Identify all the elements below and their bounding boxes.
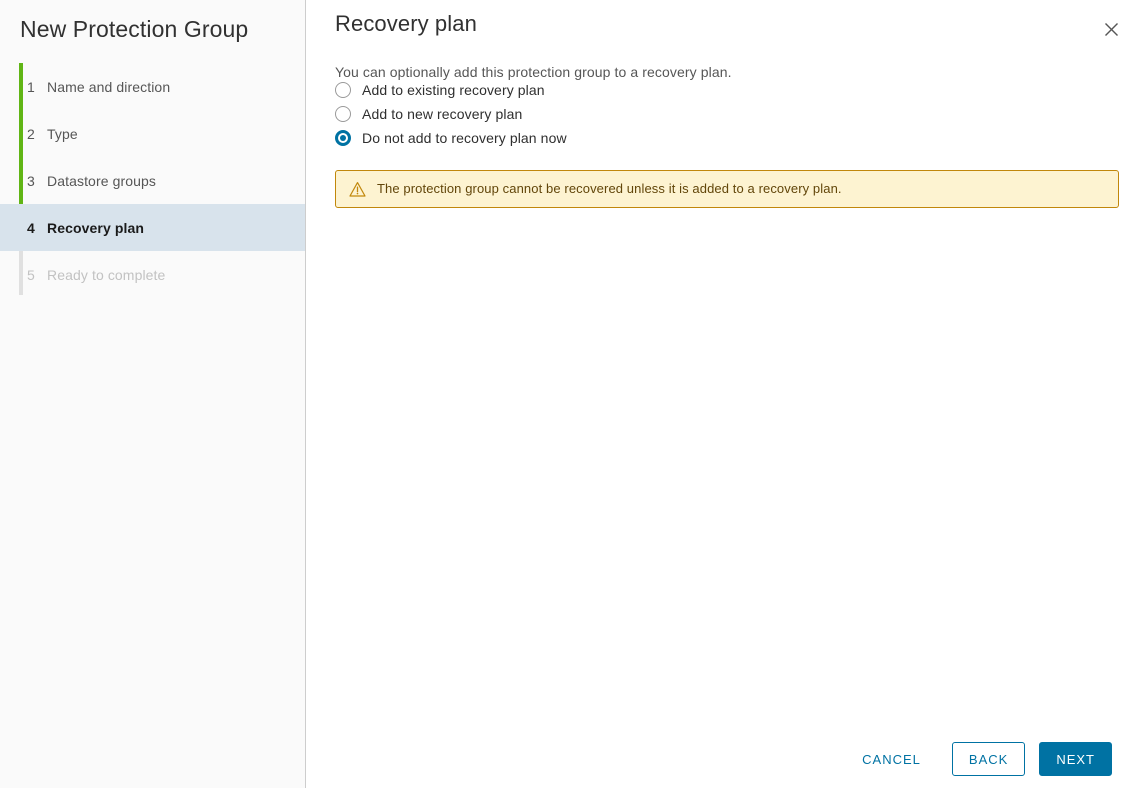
warning-triangle-icon bbox=[348, 180, 366, 198]
wizard-title: New Protection Group bbox=[20, 16, 249, 42]
step-label: Datastore groups bbox=[47, 172, 156, 189]
page-title: Recovery plan bbox=[335, 11, 477, 36]
warning-banner: The protection group cannot be recovered… bbox=[335, 170, 1119, 208]
cancel-button[interactable]: CANCEL bbox=[845, 742, 938, 776]
step-label: Name and direction bbox=[47, 78, 171, 95]
radio-add-to-new-recovery-plan[interactable]: Add to new recovery plan bbox=[335, 102, 1095, 126]
radio-add-to-existing-recovery-plan[interactable]: Add to existing recovery plan bbox=[335, 78, 1095, 102]
radio-label: Do not add to recovery plan now bbox=[362, 130, 567, 146]
radio-mark-icon bbox=[335, 82, 351, 98]
sidebar-item-datastore-groups[interactable]: 3 Datastore groups bbox=[0, 157, 305, 204]
sidebar-item-recovery-plan[interactable]: 4 Recovery plan bbox=[0, 204, 305, 251]
sidebar-item-name-and-direction[interactable]: 1 Name and direction bbox=[0, 63, 305, 110]
step-number: 2 bbox=[27, 125, 35, 142]
sidebar-item-type[interactable]: 2 Type bbox=[0, 110, 305, 157]
warning-banner-message: The protection group cannot be recovered… bbox=[377, 181, 842, 196]
step-number: 3 bbox=[27, 172, 35, 189]
sidebar-item-ready-to-complete: 5 Ready to complete bbox=[0, 251, 305, 298]
wizard-sidebar: New Protection Group 1 Name and directio… bbox=[0, 0, 306, 788]
next-button[interactable]: NEXT bbox=[1039, 742, 1112, 776]
step-number: 4 bbox=[27, 219, 35, 236]
radio-mark-selected-icon bbox=[335, 130, 351, 146]
recovery-plan-radio-group: Add to existing recovery plan Add to new… bbox=[335, 78, 1095, 150]
radio-do-not-add-to-recovery-plan-now[interactable]: Do not add to recovery plan now bbox=[335, 126, 1095, 150]
new-protection-group-wizard: New Protection Group 1 Name and directio… bbox=[0, 0, 1132, 788]
step-label: Recovery plan bbox=[47, 219, 145, 236]
step-label: Ready to complete bbox=[47, 266, 166, 283]
wizard-content-pane: Recovery plan You can optionally add thi… bbox=[306, 0, 1132, 788]
close-icon bbox=[1104, 22, 1119, 37]
radio-label: Add to existing recovery plan bbox=[362, 82, 545, 98]
wizard-step-list: 1 Name and direction 2 Type 3 Datastore … bbox=[0, 63, 306, 298]
radio-mark-icon bbox=[335, 106, 351, 122]
radio-label: Add to new recovery plan bbox=[362, 106, 523, 122]
wizard-footer: CANCEL BACK NEXT bbox=[845, 742, 1112, 776]
step-number: 5 bbox=[27, 266, 35, 283]
close-button[interactable] bbox=[1099, 17, 1123, 41]
step-number: 1 bbox=[27, 78, 35, 95]
step-label: Type bbox=[47, 125, 78, 142]
back-button[interactable]: BACK bbox=[951, 742, 1026, 776]
